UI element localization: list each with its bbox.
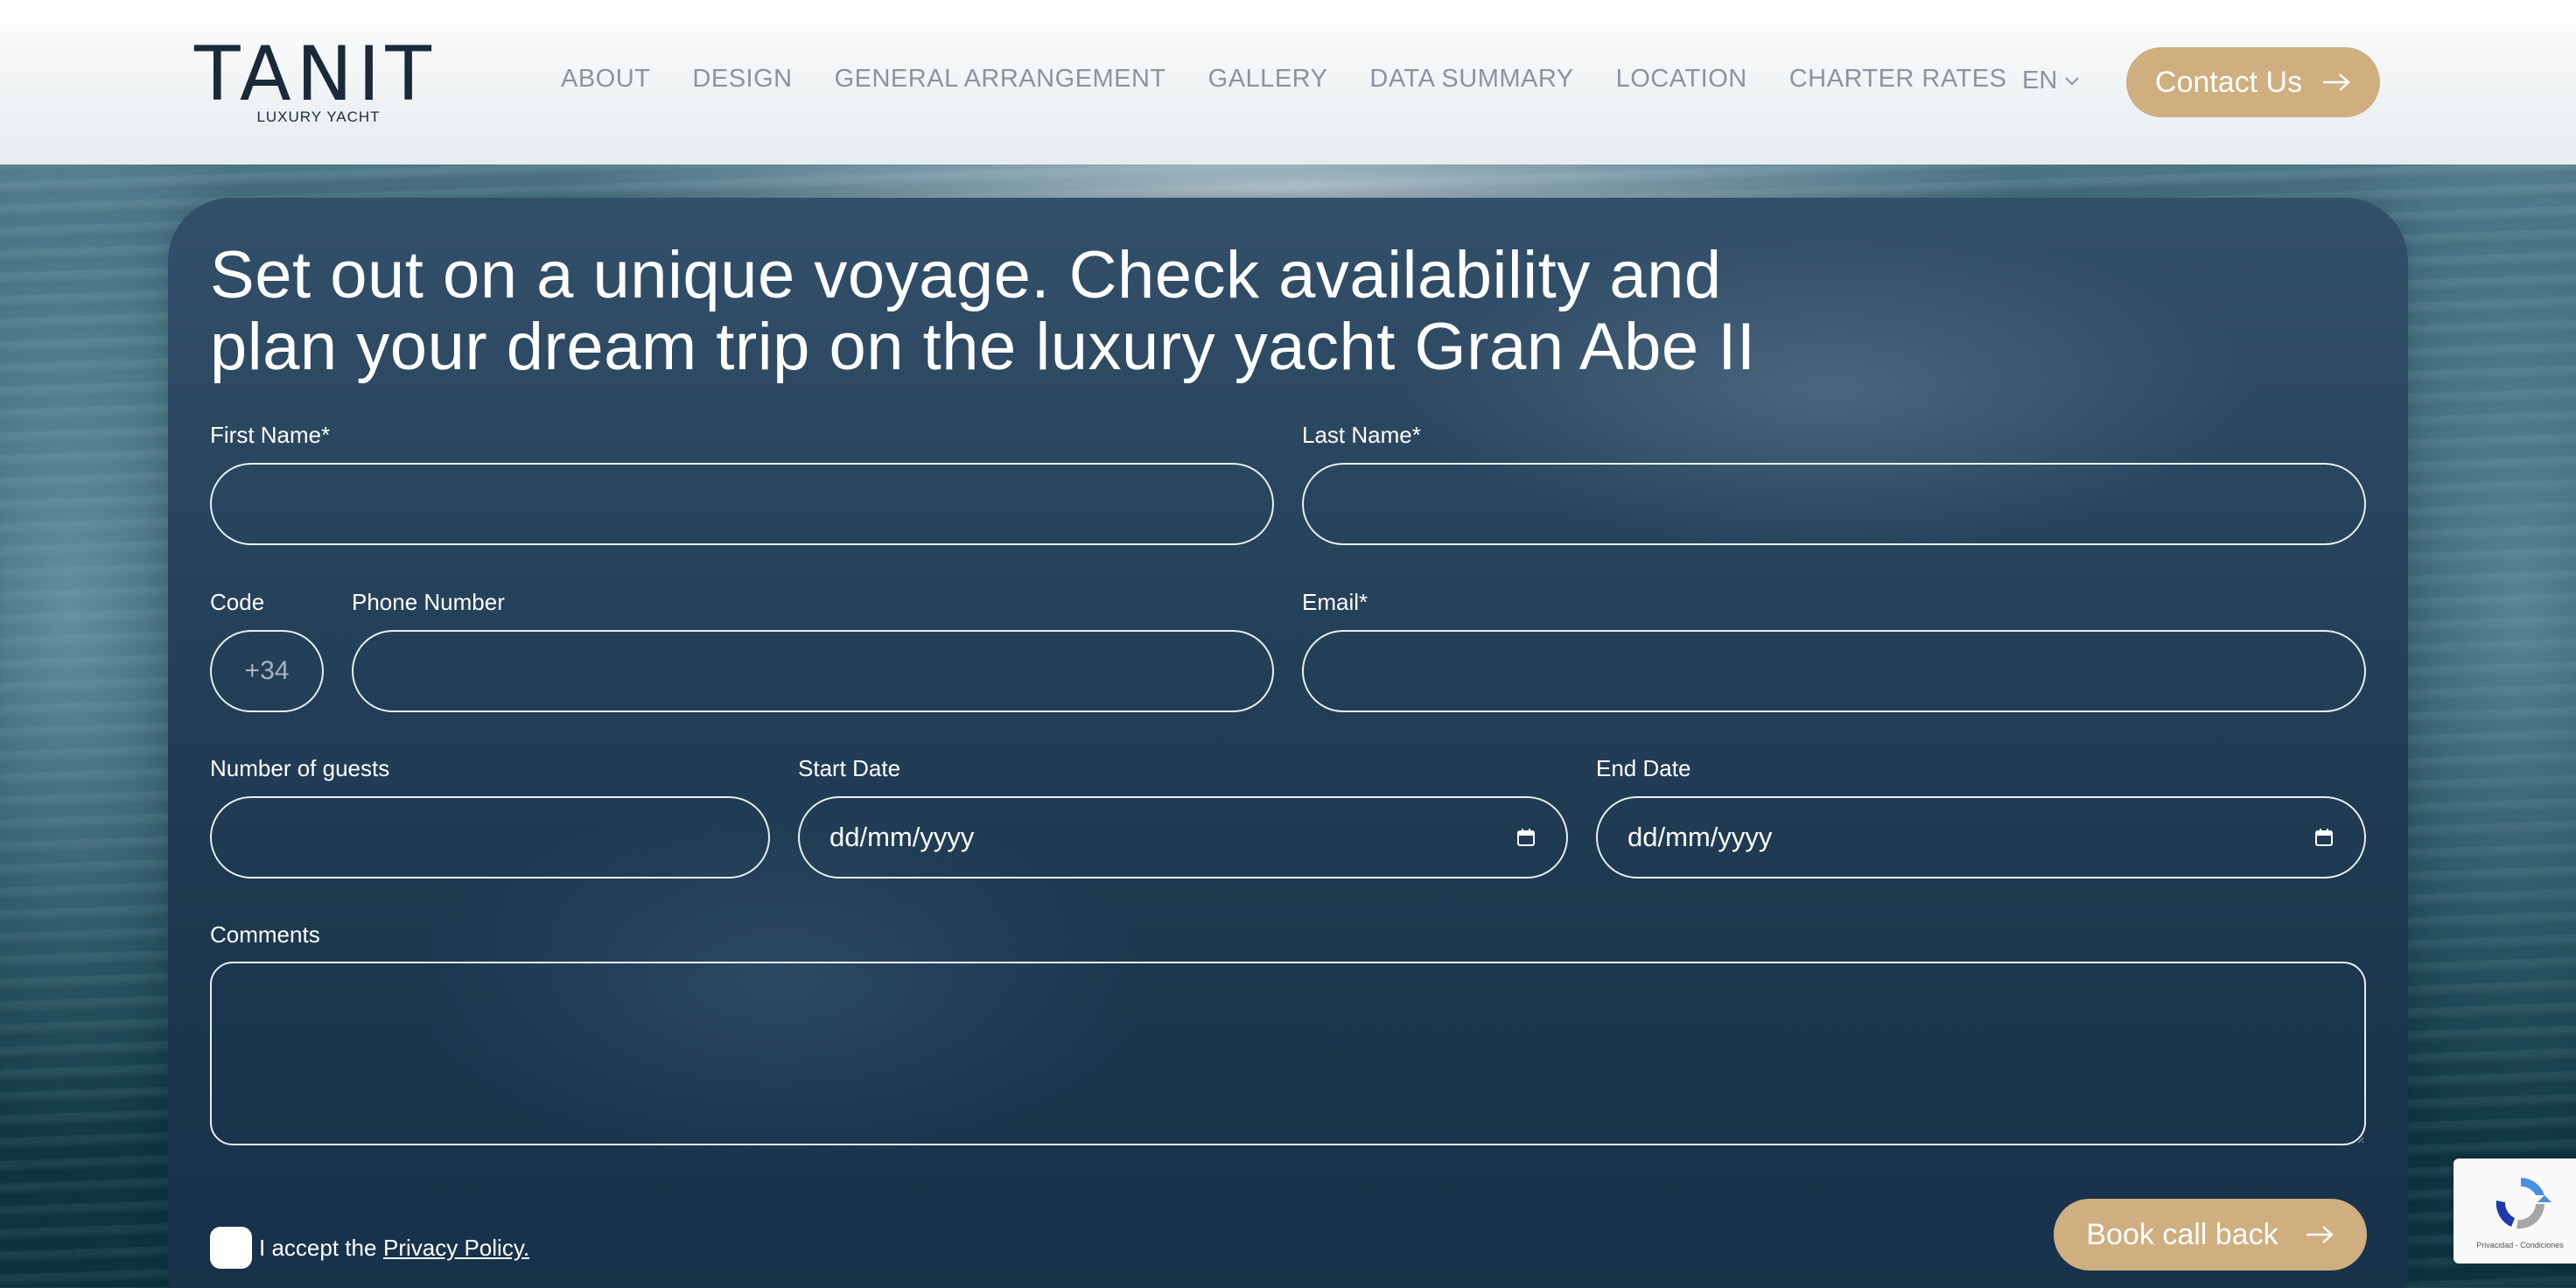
guests-label: Number of guests [210, 755, 390, 781]
last-name-field[interactable] [1302, 463, 2366, 545]
privacy-policy-link[interactable]: Privacy Policy. [383, 1235, 529, 1262]
recaptcha-icon [2496, 1178, 2552, 1229]
form-title: Set out on a unique voyage. Check availa… [210, 238, 1756, 384]
book-call-back-button[interactable]: Book call back [2054, 1199, 2367, 1270]
logo[interactable]: TANIT LUXURY YACHT [194, 31, 443, 125]
book-call-back-label: Book call back [2086, 1217, 2278, 1251]
last-name-label: Last Name* [1302, 422, 1421, 448]
nav-about[interactable]: ABOUT [561, 65, 650, 100]
recaptcha-badge[interactable]: Privacidad - Condiciones [2454, 1158, 2576, 1264]
contact-us-button[interactable]: Contact Us [2126, 47, 2380, 117]
booking-form-card: Set out on a unique voyage. Check availa… [168, 198, 2408, 1288]
recaptcha-footer[interactable]: Privacidad - Condiciones [2459, 1241, 2576, 1250]
comments-field[interactable] [210, 962, 2366, 1145]
arrow-right-icon [2306, 1226, 2334, 1243]
logo-text: TANIT [194, 31, 437, 118]
code-label: Code [210, 589, 265, 615]
privacy-checkbox[interactable] [210, 1227, 252, 1269]
guests-field[interactable] [210, 796, 770, 878]
accept-text: I accept the [259, 1235, 377, 1261]
arrow-right-icon [2323, 74, 2350, 91]
first-name-label: First Name* [210, 422, 331, 448]
email-label: Email* [1302, 589, 1368, 615]
start-date-field[interactable]: dd/mm/yyyy [798, 796, 1568, 878]
comments-label: Comments [210, 921, 320, 948]
main-nav: ABOUT DESIGN GENERAL ARRANGEMENT GALLERY… [561, 65, 2006, 100]
end-date-value: dd/mm/yyyy [1628, 822, 1773, 852]
nav-design[interactable]: DESIGN [692, 65, 792, 100]
calendar-icon[interactable] [2314, 827, 2334, 848]
site-header: TANIT LUXURY YACHT ABOUT DESIGN GENERAL … [0, 0, 2576, 164]
calendar-icon[interactable] [1516, 827, 1536, 848]
start-date-value: dd/mm/yyyy [830, 822, 975, 852]
email-field[interactable] [1302, 630, 2366, 712]
chevron-down-icon [2065, 76, 2080, 85]
first-name-field[interactable] [210, 463, 1274, 545]
nav-charter-rates[interactable]: CHARTER RATES [1789, 65, 2007, 100]
end-date-field[interactable]: dd/mm/yyyy [1596, 796, 2366, 878]
nav-gallery[interactable]: GALLERY [1208, 65, 1328, 100]
contact-us-label: Contact Us [2154, 65, 2303, 99]
phone-number-field[interactable] [352, 630, 1274, 712]
end-date-label: End Date [1596, 755, 1691, 781]
phone-code-field[interactable] [210, 630, 324, 712]
nav-general-arrangement[interactable]: GENERAL ARRANGEMENT [835, 65, 1166, 100]
logo-subtitle: LUXURY YACHT [256, 108, 381, 125]
nav-data-summary[interactable]: DATA SUMMARY [1369, 65, 1573, 100]
nav-location[interactable]: LOCATION [1616, 65, 1747, 100]
language-selector[interactable]: EN [2022, 66, 2080, 95]
language-label: EN [2022, 66, 2058, 94]
start-date-label: Start Date [798, 755, 901, 781]
phone-number-label: Phone Number [352, 589, 505, 615]
